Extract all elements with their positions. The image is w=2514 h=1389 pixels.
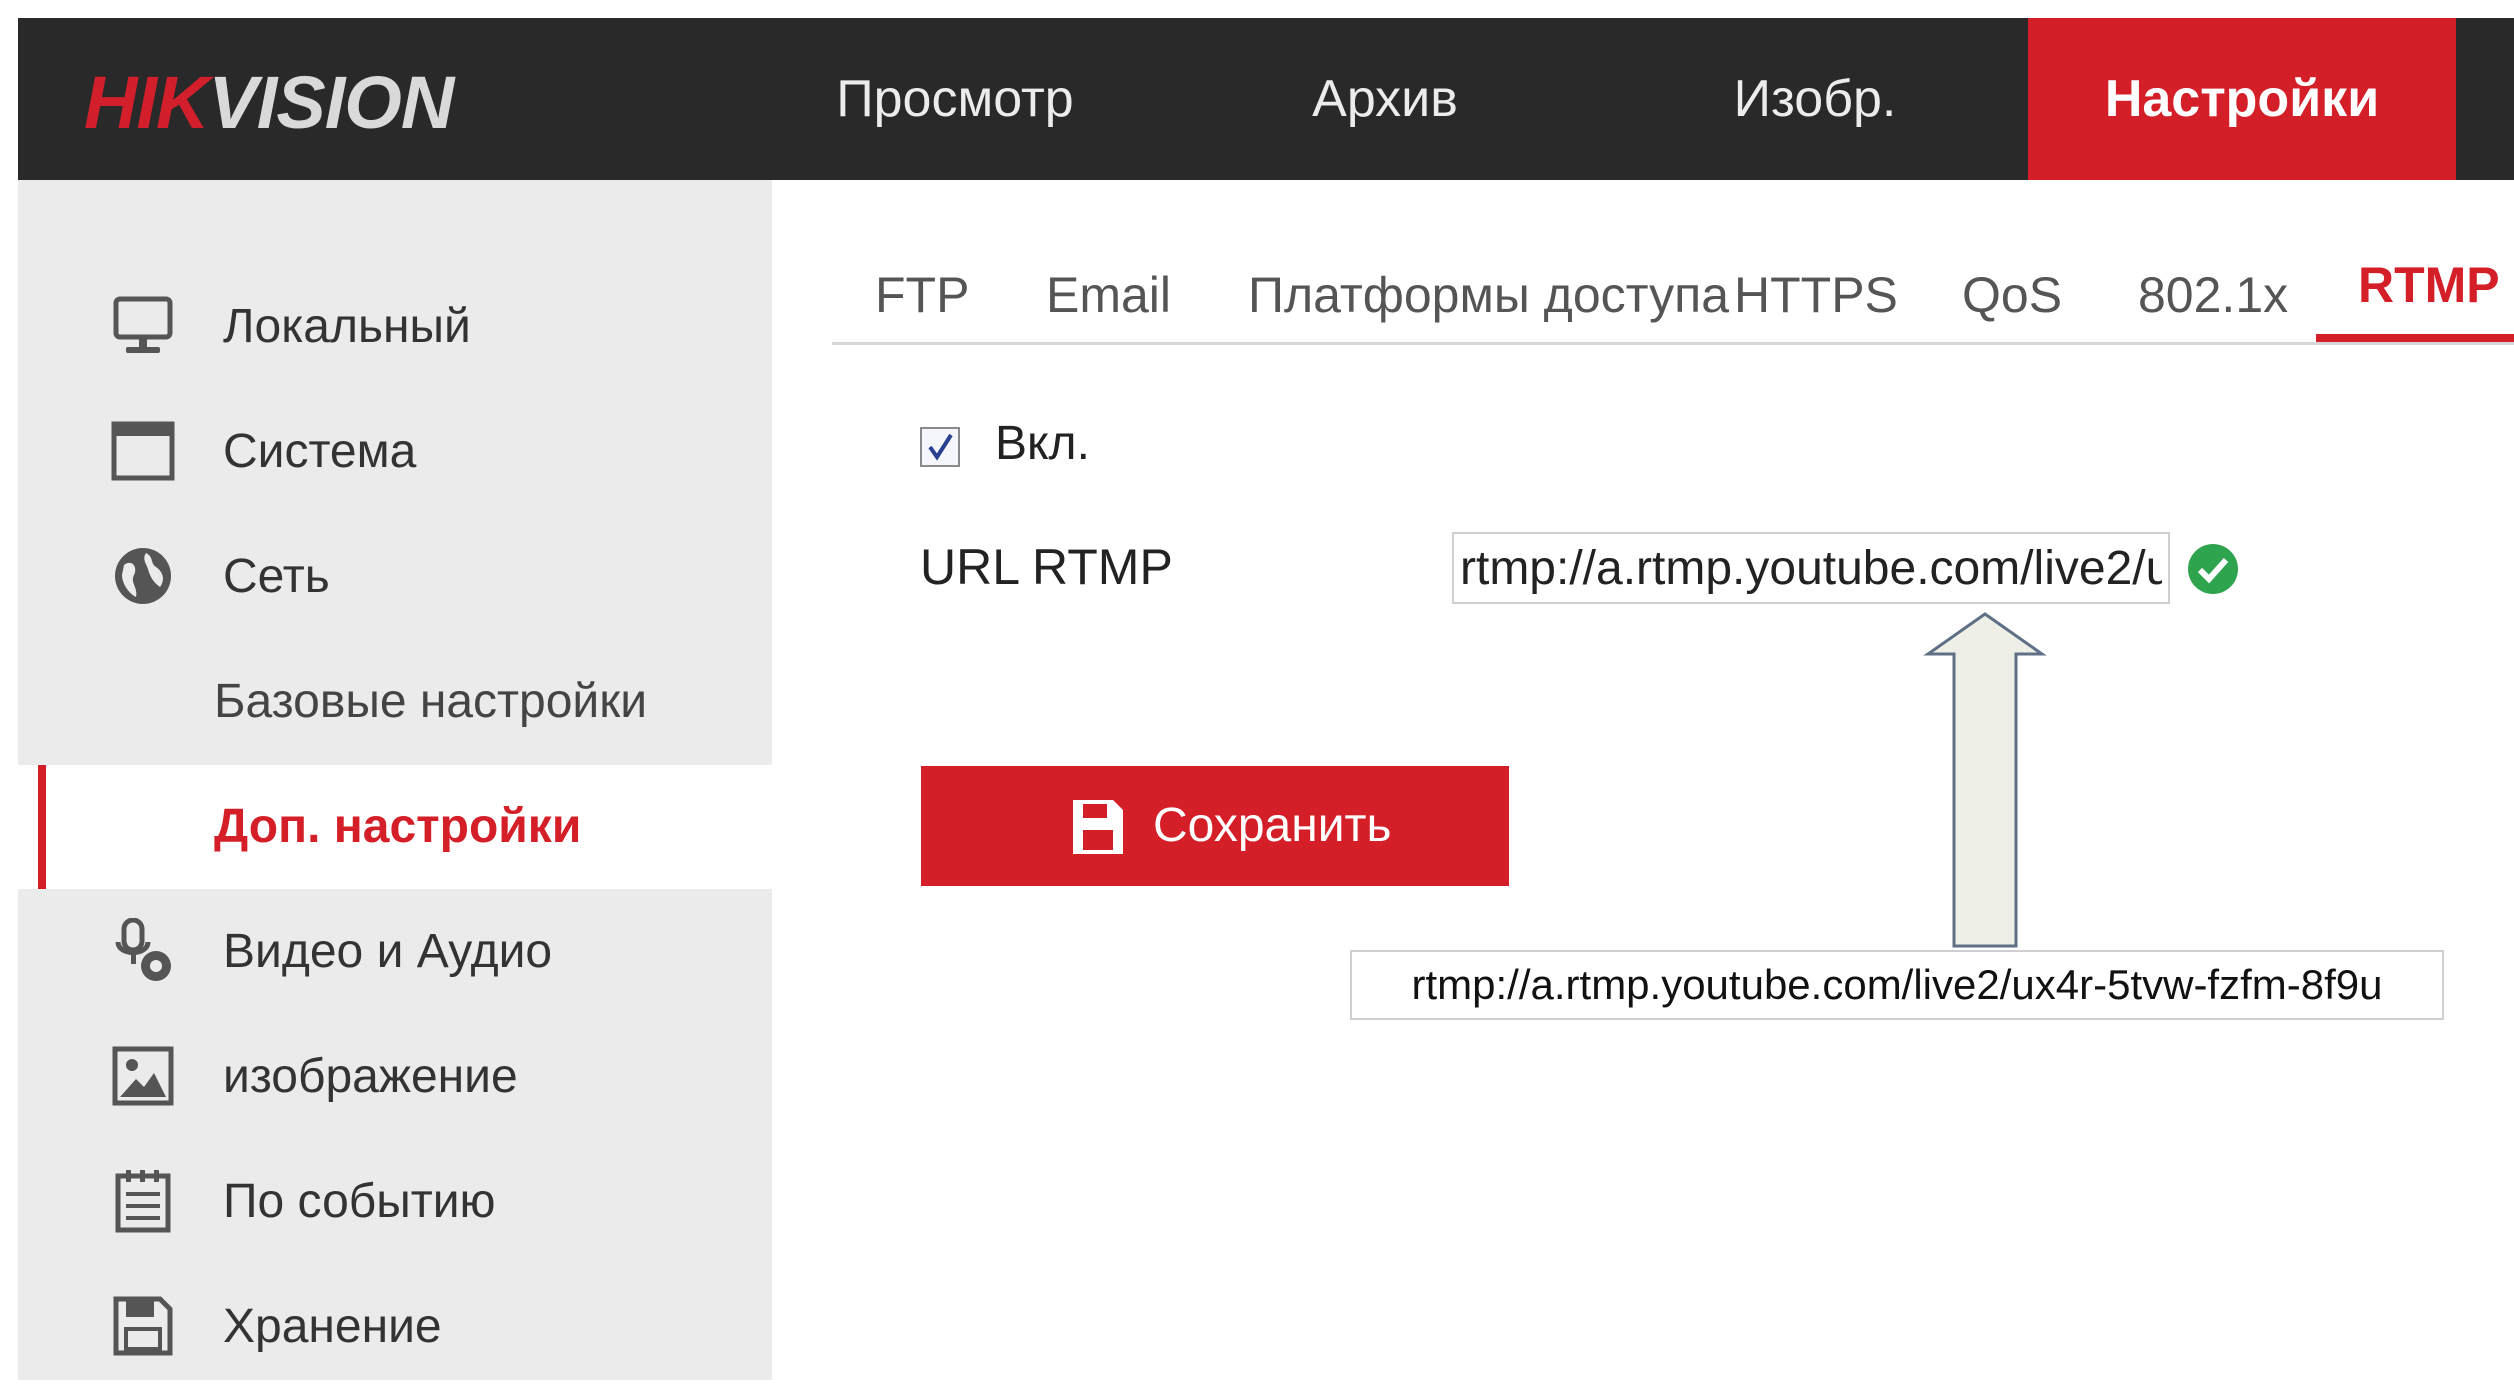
tab-rtmp[interactable]: RTMP	[2358, 240, 2500, 330]
tab-https[interactable]: HTTPS	[1734, 250, 1898, 340]
rtmp-url-label: URL RTMP	[920, 539, 1173, 595]
image-icon	[110, 1043, 176, 1109]
enable-label: Вкл.	[995, 417, 1090, 470]
sidebar-item-local[interactable]: Локальный	[18, 265, 772, 389]
sidebar-item-label: По событию	[223, 1175, 496, 1228]
globe-icon	[110, 543, 176, 609]
sidebar-item-network[interactable]: Сеть	[18, 515, 772, 639]
logo-gray-part: VISION	[208, 61, 454, 144]
active-tab-underline	[2316, 334, 2514, 342]
tab-ftp[interactable]: FTP	[875, 250, 969, 340]
sidebar-item-image[interactable]: изображение	[18, 1015, 772, 1139]
annotation-arrow-icon	[1923, 612, 2047, 948]
sidebar-item-system[interactable]: Система	[18, 390, 772, 514]
sidebar-item-label: Базовые настройки	[214, 675, 648, 728]
sidebar-item-label: Локальный	[223, 300, 471, 353]
microphone-camera-icon	[110, 917, 176, 984]
calendar-list-icon	[110, 1168, 176, 1234]
rtmp-url-input[interactable]	[1452, 532, 2170, 604]
sidebar-item-event[interactable]: По событию	[18, 1140, 772, 1264]
tab-access-platforms[interactable]: Платформы доступа	[1248, 250, 1729, 340]
system-window-icon	[110, 418, 176, 484]
sidebar-item-label: Система	[223, 425, 417, 478]
check-circle-icon	[2186, 542, 2240, 596]
save-button-label: Сохранить	[1153, 799, 1392, 852]
tabs-divider	[832, 342, 2514, 345]
sidebar-menu: Локальный Система Сеть Базовые настройки…	[18, 180, 772, 1380]
active-indicator	[38, 765, 46, 889]
tab-qos[interactable]: QoS	[1962, 250, 2062, 340]
floppy-disk-icon	[1071, 798, 1125, 856]
sidebar-item-label: изображение	[223, 1050, 518, 1103]
top-navigation-bar: HIKVISION Просмотр Архив Изобр. Настройк…	[18, 18, 2514, 180]
floppy-disk-icon	[110, 1293, 176, 1359]
sidebar-item-label: Доп. настройки	[214, 800, 582, 853]
checkmark-icon	[928, 433, 953, 461]
nav-item-picture[interactable]: Изобр.	[1600, 18, 2030, 180]
sidebar-item-label: Хранение	[223, 1300, 442, 1353]
logo-red-part: HIK	[84, 61, 209, 144]
annotation-url-callout: rtmp://a.rtmp.youtube.com/live2/ux4r-5tv…	[1350, 950, 2444, 1020]
tab-8021x[interactable]: 802.1x	[2138, 250, 2288, 340]
save-button[interactable]: Сохранить	[921, 766, 1509, 886]
tab-email[interactable]: Email	[1046, 250, 1171, 340]
sidebar-item-storage[interactable]: Хранение	[18, 1265, 772, 1389]
nav-item-playback[interactable]: Архив	[1170, 18, 1600, 180]
nav-item-live-view[interactable]: Просмотр	[740, 18, 1170, 180]
nav-item-configuration[interactable]: Настройки	[2028, 18, 2456, 180]
hikvision-logo: HIKVISION	[84, 66, 454, 140]
sidebar-item-video-audio[interactable]: Видео и Аудио	[18, 890, 772, 1014]
sidebar-subitem-basic-settings[interactable]: Базовые настройки	[18, 640, 772, 764]
monitor-icon	[110, 293, 176, 359]
sidebar-item-label: Видео и Аудио	[223, 925, 553, 978]
enable-checkbox[interactable]	[920, 427, 960, 467]
sidebar-subitem-advanced-settings[interactable]: Доп. настройки	[18, 765, 772, 889]
sidebar-item-label: Сеть	[223, 550, 330, 603]
